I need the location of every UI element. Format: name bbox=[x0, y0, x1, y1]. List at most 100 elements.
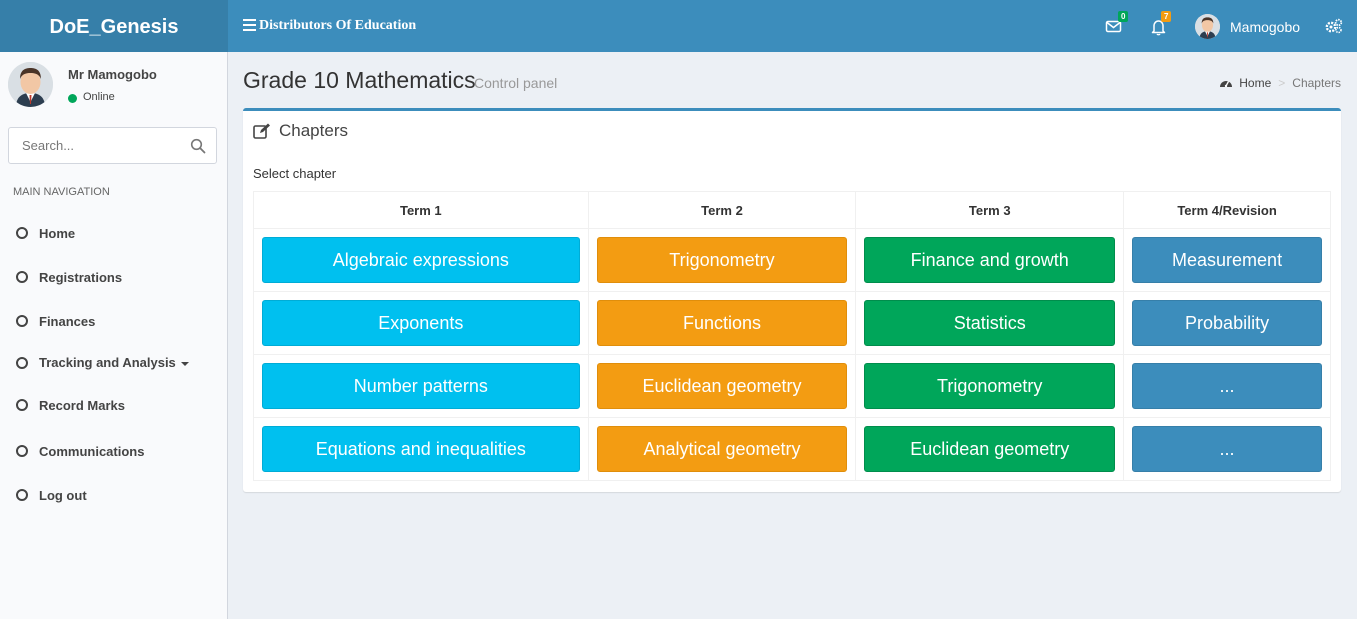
main-navigation: Home Registrations Finances Tracking and… bbox=[0, 212, 227, 518]
table-cell: Statistics bbox=[855, 291, 1125, 355]
chapter-button[interactable]: Functions bbox=[596, 300, 848, 346]
page-title: Grade 10 Mathematics bbox=[243, 67, 476, 93]
table-cell: Probability bbox=[1123, 291, 1331, 355]
online-status-icon bbox=[68, 94, 77, 103]
box-title-text: Chapters bbox=[279, 121, 348, 140]
chapter-button[interactable]: Probability bbox=[1132, 300, 1322, 346]
top-header: DoE_Genesis Distributors Of Education 0 … bbox=[0, 0, 1357, 52]
box-title: Chapters bbox=[253, 121, 348, 141]
table-cell: Analytical geometry bbox=[587, 417, 857, 481]
sidebar-search bbox=[8, 127, 217, 164]
chapter-button[interactable]: Trigonometry bbox=[864, 363, 1116, 409]
table-row: Equations and inequalities Analytical ge… bbox=[253, 417, 1331, 481]
table-cell: Measurement bbox=[1123, 228, 1331, 292]
user-menu-name[interactable]: Mamogobo bbox=[1230, 19, 1300, 35]
chapter-button[interactable]: Analytical geometry bbox=[596, 426, 848, 472]
select-chapter-label: Select chapter bbox=[253, 166, 337, 181]
table-cell: Trigonometry bbox=[855, 354, 1125, 418]
chapter-button[interactable]: Statistics bbox=[864, 300, 1116, 346]
brand-logo[interactable]: DoE_Genesis bbox=[0, 0, 228, 52]
sidebar-item-label: Home bbox=[39, 226, 76, 241]
circle-icon bbox=[16, 399, 28, 411]
messages-button[interactable]: 0 bbox=[1104, 11, 1129, 36]
breadcrumb-home[interactable]: Home bbox=[1239, 76, 1271, 90]
main-navigation-header: MAIN NAVIGATION bbox=[13, 186, 110, 198]
chapter-button[interactable]: Number patterns bbox=[262, 363, 580, 409]
user-face-icon bbox=[1195, 14, 1220, 39]
online-status-label[interactable]: Online bbox=[83, 91, 115, 103]
table-cell: ... bbox=[1123, 417, 1331, 481]
circle-icon bbox=[16, 271, 28, 283]
chapter-button[interactable]: Trigonometry bbox=[596, 237, 848, 283]
gears-icon[interactable] bbox=[1325, 18, 1343, 34]
sidebar-item-label: Record Marks bbox=[39, 398, 125, 413]
sidebar-item-label-wrap: Tracking and Analysis bbox=[39, 355, 189, 370]
breadcrumb: Home > Chapters bbox=[1219, 76, 1341, 90]
sidebar-item-registrations[interactable]: Registrations bbox=[0, 256, 227, 300]
sidebar-item-communications[interactable]: Communications bbox=[0, 430, 227, 474]
chapter-button[interactable]: Euclidean geometry bbox=[596, 363, 848, 409]
sidebar-item-label: Communications bbox=[39, 444, 145, 459]
term-2-header: Term 2 bbox=[587, 191, 857, 229]
term-3-header: Term 3 bbox=[855, 191, 1125, 229]
circle-icon bbox=[16, 227, 28, 239]
circle-icon bbox=[16, 489, 28, 501]
table-cell: Number patterns bbox=[253, 354, 589, 418]
chapter-button[interactable]: Measurement bbox=[1132, 237, 1322, 283]
table-cell: Algebraic expressions bbox=[253, 228, 589, 292]
chapter-button[interactable]: ... bbox=[1132, 363, 1322, 409]
table-cell: Finance and growth bbox=[855, 228, 1125, 292]
chapter-button[interactable]: Euclidean geometry bbox=[864, 426, 1116, 472]
sidebar-avatar bbox=[8, 62, 53, 107]
table-cell: Equations and inequalities bbox=[253, 417, 589, 481]
table-cell: Euclidean geometry bbox=[587, 354, 857, 418]
search-input[interactable] bbox=[9, 128, 184, 163]
sidebar-item-tracking-and-analysis[interactable]: Tracking and Analysis bbox=[0, 344, 227, 386]
chapter-button[interactable]: Algebraic expressions bbox=[262, 237, 580, 283]
circle-icon bbox=[16, 357, 28, 369]
sidebar-item-label: Finances bbox=[39, 314, 96, 329]
breadcrumb-active: Chapters bbox=[1292, 76, 1341, 90]
term-1-header: Term 1 bbox=[253, 191, 589, 229]
chapter-button[interactable]: Finance and growth bbox=[864, 237, 1116, 283]
circle-icon bbox=[16, 315, 28, 327]
sidebar-item-record-marks[interactable]: Record Marks bbox=[0, 386, 227, 430]
org-name: Distributors Of Education bbox=[259, 18, 417, 33]
breadcrumb-separator: > bbox=[1278, 76, 1286, 90]
dashboard-icon bbox=[1220, 81, 1233, 88]
table-cell: ... bbox=[1123, 354, 1331, 418]
chapters-box: Chapters Select chapter Term 1 Term 2 Te… bbox=[243, 108, 1341, 492]
menu-toggle-icon[interactable] bbox=[243, 19, 256, 32]
table-cell: Euclidean geometry bbox=[855, 417, 1125, 481]
table-row: Exponents Functions Statistics Probabili… bbox=[253, 291, 1331, 355]
chapter-button[interactable]: Equations and inequalities bbox=[262, 426, 580, 472]
sidebar-item-home[interactable]: Home bbox=[0, 212, 227, 256]
search-icon[interactable] bbox=[190, 138, 206, 154]
term-4-header: Term 4/Revision bbox=[1123, 191, 1331, 229]
caret-down-icon bbox=[180, 361, 189, 366]
notifications-button[interactable]: 7 bbox=[1150, 11, 1172, 36]
chapter-button[interactable]: ... bbox=[1132, 426, 1322, 472]
user-avatar[interactable] bbox=[1195, 14, 1220, 39]
table-cell: Trigonometry bbox=[587, 228, 857, 292]
chapter-button[interactable]: Exponents bbox=[262, 300, 580, 346]
table-row: Number patterns Euclidean geometry Trigo… bbox=[253, 354, 1331, 418]
messages-badge: 0 bbox=[1118, 11, 1129, 22]
notifications-badge: 7 bbox=[1161, 11, 1172, 22]
sidebar-user-name: Mr Mamogobo bbox=[68, 67, 157, 82]
table-row: Algebraic expressions Trigonometry Finan… bbox=[253, 228, 1331, 292]
sidebar-item-label: Log out bbox=[39, 488, 87, 503]
page-subtitle: Control panel bbox=[474, 75, 558, 91]
circle-icon bbox=[16, 445, 28, 457]
sidebar-item-log-out[interactable]: Log out bbox=[0, 474, 227, 518]
chapters-table: Term 1 Term 2 Term 3 Term 4/Revision Alg… bbox=[253, 191, 1331, 481]
edit-icon bbox=[253, 123, 270, 139]
user-face-icon bbox=[8, 62, 53, 107]
sidebar-item-label: Registrations bbox=[39, 270, 123, 285]
table-cell: Functions bbox=[587, 291, 857, 355]
sidebar-item-label: Tracking and Analysis bbox=[39, 355, 176, 370]
table-header-row: Term 1 Term 2 Term 3 Term 4/Revision bbox=[253, 191, 1331, 229]
sidebar: Mr Mamogobo Online MAIN NAVIGATION Home … bbox=[0, 52, 228, 619]
table-cell: Exponents bbox=[253, 291, 589, 355]
sidebar-item-finances[interactable]: Finances bbox=[0, 300, 227, 344]
